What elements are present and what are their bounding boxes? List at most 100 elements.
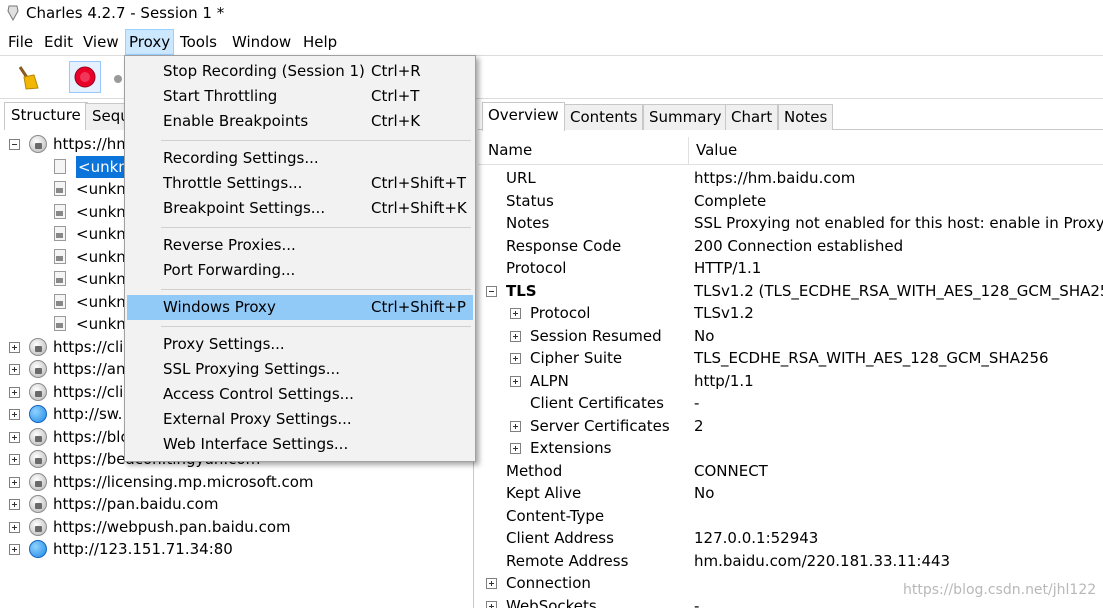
menu-item-shortcut: Ctrl+Shift+P — [371, 298, 466, 316]
property-row[interactable]: ALPN http/1.1 — [478, 370, 1103, 392]
menu-item-reverse-proxies[interactable]: Reverse Proxies... — [127, 233, 473, 258]
property-value: Complete — [694, 191, 767, 210]
tab-notes[interactable]: Notes — [778, 104, 834, 130]
expand-icon[interactable] — [510, 420, 521, 432]
expand-icon[interactable] — [9, 364, 20, 375]
expand-icon[interactable] — [510, 330, 521, 342]
menu-item-access-control-settings[interactable]: Access Control Settings... — [127, 382, 473, 407]
property-row[interactable]: Client Certificates - — [478, 392, 1103, 414]
property-value: 2 — [694, 416, 704, 435]
expand-icon[interactable] — [9, 521, 20, 533]
property-name: Content-Type — [506, 506, 605, 525]
tree-row[interactable]: https://pan.baidu.com — [0, 493, 472, 515]
menu-item-port-forwarding[interactable]: Port Forwarding... — [127, 258, 473, 283]
property-row[interactable]: Session Resumed No — [478, 325, 1103, 347]
property-name: Connection — [506, 574, 591, 592]
expand-icon[interactable] — [9, 409, 20, 420]
overview-header: Name Value — [478, 137, 1103, 165]
menu-item-breakpoint-settings[interactable]: Breakpoint Settings... Ctrl+Shift+K — [127, 196, 473, 221]
expand-icon[interactable] — [9, 431, 20, 443]
menu-item-web-interface-settings[interactable]: Web Interface Settings... — [127, 432, 473, 457]
throttle-icon[interactable] — [110, 61, 124, 93]
secure-host-icon — [29, 495, 47, 513]
menu-help[interactable]: Help — [300, 29, 340, 55]
property-row[interactable]: Status Complete — [478, 190, 1103, 212]
menu-item-throttle-settings[interactable]: Throttle Settings... Ctrl+Shift+T — [127, 171, 473, 196]
property-value: hm.baidu.com/220.181.33.11:443 — [694, 551, 951, 570]
record-button[interactable] — [69, 61, 101, 93]
tree-item-label: http://123.151.71.34:80 — [53, 540, 233, 558]
tab-structure[interactable]: Structure — [4, 102, 88, 130]
property-row[interactable]: Server Certificates 2 — [478, 415, 1103, 437]
tab-chart[interactable]: Chart — [725, 104, 779, 130]
property-row[interactable]: TLS TLSv1.2 (TLS_ECDHE_RSA_WITH_AES_128_G… — [478, 280, 1103, 302]
property-name: Response Code — [506, 236, 622, 255]
title-bar: Charles 4.2.7 - Session 1 * — [0, 0, 1103, 28]
expand-icon[interactable] — [9, 341, 20, 353]
menu-item-shortcut: Ctrl+T — [371, 87, 420, 105]
property-row[interactable]: Notes SSL Proxying not enabled for this h… — [478, 212, 1103, 234]
menu-proxy[interactable]: Proxy — [125, 29, 175, 55]
broom-icon[interactable] — [10, 61, 42, 93]
menu-item-label: Breakpoint Settings... — [163, 199, 326, 217]
property-row[interactable]: Extensions — [478, 437, 1103, 459]
menu-edit[interactable]: Edit — [41, 29, 76, 55]
menu-item-windows-proxy[interactable]: Windows Proxy Ctrl+Shift+P — [127, 295, 473, 320]
expand-icon[interactable] — [510, 308, 521, 319]
expand-icon[interactable] — [486, 578, 497, 589]
tree-row[interactable]: http://123.151.71.34:80 — [0, 538, 472, 560]
menu-view[interactable]: View — [80, 29, 122, 55]
expand-icon[interactable] — [486, 600, 497, 608]
menu-item-stop-recording-session-1[interactable]: Stop Recording (Session 1) Ctrl+R — [127, 59, 473, 84]
menu-separator — [161, 326, 471, 327]
property-value: No — [694, 326, 715, 345]
expand-icon[interactable] — [9, 454, 20, 465]
menu-file[interactable]: File — [5, 29, 36, 55]
menu-tools[interactable]: Tools — [177, 29, 220, 55]
column-divider[interactable] — [688, 137, 689, 165]
menu-item-recording-settings[interactable]: Recording Settings... — [127, 146, 473, 171]
property-row[interactable]: Kept Alive No — [478, 482, 1103, 504]
menu-window[interactable]: Window — [229, 29, 294, 55]
property-row[interactable]: Response Code 200 Connection established — [478, 235, 1103, 257]
expand-icon[interactable] — [510, 375, 521, 387]
column-value-header[interactable]: Value — [696, 141, 737, 159]
expand-icon[interactable] — [510, 353, 521, 364]
tab-contents[interactable]: Contents — [564, 104, 644, 130]
tree-row[interactable]: https://webpush.pan.baidu.com — [0, 516, 472, 538]
expand-icon[interactable] — [9, 386, 20, 398]
menu-item-proxy-settings[interactable]: Proxy Settings... — [127, 332, 473, 357]
globe-icon — [29, 540, 47, 558]
locked-request-icon — [54, 226, 66, 241]
menu-item-start-throttling[interactable]: Start Throttling Ctrl+T — [127, 84, 473, 109]
menu-item-enable-breakpoints[interactable]: Enable Breakpoints Ctrl+K — [127, 109, 473, 134]
property-row[interactable]: URL https://hm.baidu.com — [478, 167, 1103, 189]
tree-row[interactable]: https://licensing.mp.microsoft.com — [0, 471, 472, 493]
expand-icon[interactable] — [9, 544, 20, 555]
property-row[interactable]: Client Address 127.0.0.1:52943 — [478, 527, 1103, 549]
secure-host-icon — [29, 135, 47, 153]
property-value: TLSv1.2 — [694, 304, 754, 322]
property-value: TLS_ECDHE_RSA_WITH_AES_128_GCM_SHA256 — [694, 349, 1049, 367]
property-row[interactable]: Protocol TLSv1.2 — [478, 302, 1103, 324]
property-row[interactable]: Content-Type — [478, 505, 1103, 527]
tab-summary[interactable]: Summary — [643, 104, 728, 130]
tab-overview[interactable]: Overview — [482, 102, 565, 131]
property-row[interactable]: Method CONNECT — [478, 460, 1103, 482]
locked-request-icon — [54, 316, 66, 331]
expand-icon[interactable] — [9, 499, 20, 510]
property-row[interactable]: Protocol HTTP/1.1 — [478, 257, 1103, 279]
property-value: - — [694, 394, 700, 412]
property-name: WebSockets — [506, 596, 597, 608]
property-name: Protocol — [506, 259, 567, 277]
menu-item-external-proxy-settings[interactable]: External Proxy Settings... — [127, 407, 473, 432]
proxy-menu-dropdown: Stop Recording (Session 1) Ctrl+R Start Th… — [124, 55, 476, 462]
expand-icon[interactable] — [9, 476, 20, 488]
property-row[interactable]: Remote Address hm.baidu.com/220.181.33.11… — [478, 550, 1103, 572]
collapse-icon[interactable] — [9, 139, 20, 150]
property-row[interactable]: Cipher Suite TLS_ECDHE_RSA_WITH_AES_128_G… — [478, 347, 1103, 369]
collapse-icon[interactable] — [486, 285, 497, 297]
menu-item-ssl-proxying-settings[interactable]: SSL Proxying Settings... — [127, 357, 473, 382]
column-name-header[interactable]: Name — [488, 141, 532, 159]
expand-icon[interactable] — [510, 443, 521, 454]
